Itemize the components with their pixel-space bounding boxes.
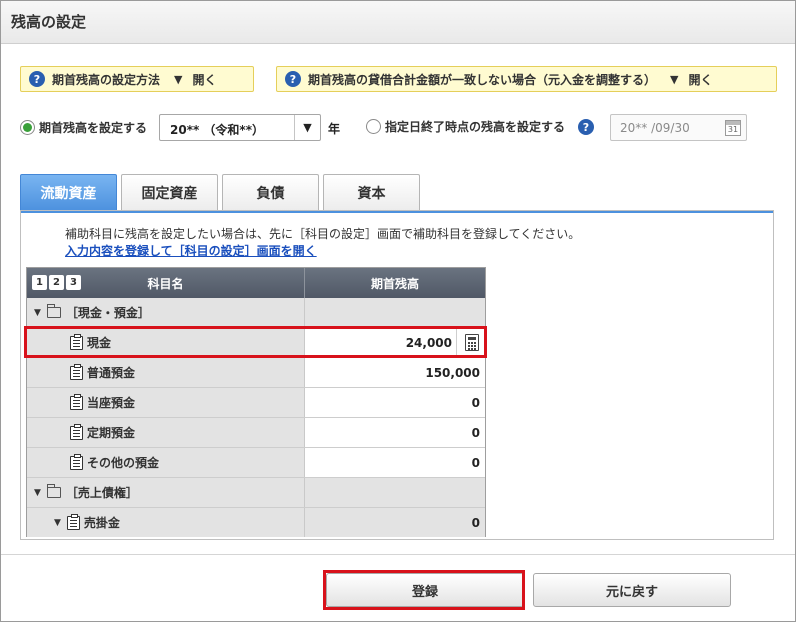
row-amount-cell[interactable]: 0 [305,418,485,447]
row-label: ［現金・預金］ [65,306,150,320]
row-name-cell: ▼ 売掛金 [27,508,305,537]
row-amount-cell [305,298,485,327]
clipboard-icon [70,363,83,380]
row-amount-cell [305,478,485,507]
date-field: 20** /09/30 31 [610,114,747,141]
help-mismatch-label: 期首残高の貸借合計金額が一致しない場合（元入金を調整する） [308,72,657,87]
row-amount-cell[interactable]: 150,000 [305,358,485,387]
footer-divider [1,554,795,555]
help-mismatch-open: 開く [688,72,713,87]
radio-opening-balance-button[interactable] [20,119,35,135]
page-title: 残高の設定 [11,13,87,31]
level-3-button[interactable]: 3 [66,275,81,290]
row-name-cell: その他の預金 [27,448,305,477]
register-button[interactable]: 登録 [326,573,524,607]
grid-header: 科目名 期首残高 1 2 3 [27,268,485,298]
reset-button[interactable]: 元に戻す [533,573,731,607]
tab-fixed-assets[interactable]: 固定資産 [121,174,218,211]
column-header-balance-label: 期首残高 [370,276,419,291]
radio-specific-date-label: 指定日終了時点の残高を設定する [385,120,566,134]
level-2-button[interactable]: 2 [49,275,64,290]
table-row: 現金 24,000 [27,328,485,358]
row-label: 当座預金 [87,396,136,410]
column-header-account-label: 科目名 [147,276,184,291]
clipboard-icon [70,423,83,440]
calculator-icon[interactable] [465,334,479,351]
level-1-button[interactable]: 1 [32,275,47,290]
divider [456,328,457,357]
row-amount-cell[interactable]: 0 [305,388,485,417]
question-circle-icon: ? [29,71,45,87]
year-select-value: 20** （令和**） [170,123,264,137]
row-amount-value: 24,000 [405,335,452,350]
table-row: 普通預金 150,000 [27,358,485,388]
clipboard-icon [66,513,80,530]
radio-opening-balance[interactable]: 期首残高を設定する [20,114,147,140]
row-name-cell: 現金 [27,328,305,357]
help-mismatch-toggle[interactable]: ? 期首残高の貸借合計金額が一致しない場合（元入金を調整する） ▼ 開く [276,66,777,92]
row-label: 定期預金 [87,426,136,440]
radio-opening-balance-label: 期首残高を設定する [39,120,148,135]
help-method-open: 開く [192,72,217,87]
row-label: 普通預金 [87,366,136,380]
notice-text: 補助科目に残高を設定したい場合は、先に［科目の設定］画面で補助科目を登録してくだ… [65,227,581,241]
row-name-cell: ▼ ［売上債権］ [27,478,305,507]
row-label: その他の預金 [87,456,160,470]
date-field-value: 20** /09/30 [620,121,690,135]
caret-down-icon[interactable]: ▼ [34,308,41,318]
triangle-down-icon: ▼ [174,72,183,86]
caret-down-icon[interactable]: ▼ [54,518,61,528]
cash-balance-input[interactable]: 24,000 [305,328,485,357]
question-circle-icon: ? [285,71,301,87]
column-header-balance: 期首残高 [305,268,485,298]
radio-specific-date[interactable]: 指定日終了時点の残高を設定する [366,118,565,135]
tab-capital[interactable]: 資本 [323,174,420,211]
tab-liabilities[interactable]: 負債 [222,174,319,211]
row-amount-cell[interactable]: 0 [305,448,485,477]
row-name-cell: 当座預金 [27,388,305,417]
page-header: 残高の設定 [1,1,795,44]
row-label: 売掛金 [83,516,120,530]
tab-current-assets[interactable]: 流動資産 [20,174,117,211]
question-circle-icon[interactable]: ? [578,119,594,135]
table-row: その他の預金 0 [27,448,485,478]
row-label: ［売上債権］ [65,486,138,500]
clipboard-icon [70,333,83,350]
account-tabs: 流動資産 固定資産 負債 資本 [20,174,424,211]
folder-icon [46,484,61,498]
calendar-icon: 31 [725,120,741,136]
caret-down-icon[interactable]: ▼ [34,488,41,498]
calendar-day: 31 [727,125,739,134]
radio-specific-date-button[interactable] [366,119,381,134]
open-account-settings-link[interactable]: 入力内容を登録して［科目の設定］画面を開く [65,242,317,259]
row-label: 現金 [87,336,112,350]
help-method-label: 期首残高の設定方法 [52,72,161,87]
table-row: ▼ ［売上債権］ [27,478,485,508]
row-name-cell: 定期預金 [27,418,305,447]
table-row: 定期預金 0 [27,418,485,448]
triangle-down-icon: ▼ [670,72,679,86]
chevron-down-icon[interactable]: ▼ [294,115,320,140]
row-name-cell: 普通預金 [27,358,305,387]
folder-icon [46,304,61,318]
year-unit-label: 年 [328,122,341,136]
help-method-toggle[interactable]: ? 期首残高の設定方法 ▼ 開く [20,66,254,92]
balance-grid: 科目名 期首残高 1 2 3 ▼ ［現金・預金］ 現金 24,000 普通預金 [26,267,486,537]
table-row: ▼ 売掛金 0 [27,508,485,538]
clipboard-icon [70,453,83,470]
row-amount-cell: 0 [305,508,485,537]
year-select[interactable]: 20** （令和**） ▼ [159,114,321,141]
table-row: 当座預金 0 [27,388,485,418]
row-name-cell: ▼ ［現金・預金］ [27,298,305,327]
table-row: ▼ ［現金・預金］ [27,298,485,328]
clipboard-icon [70,393,83,410]
